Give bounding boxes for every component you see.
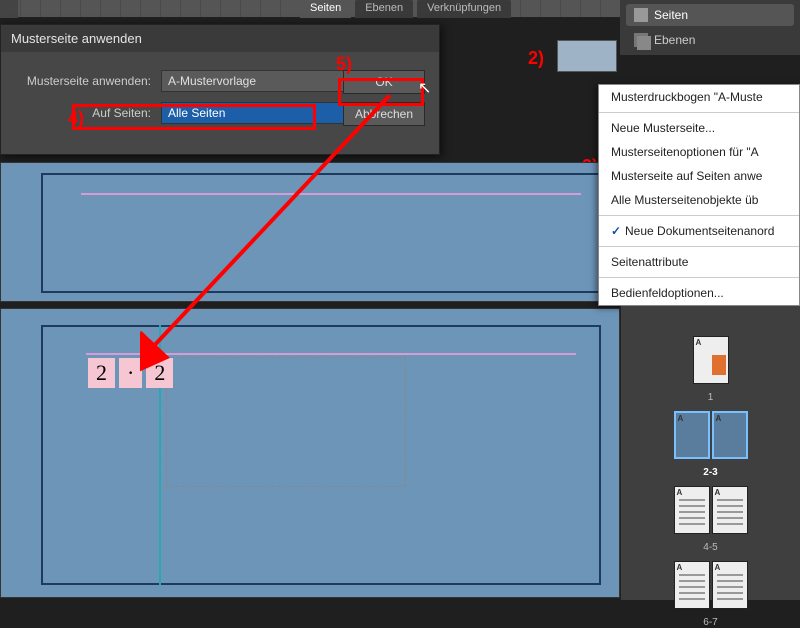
on-pages-value: Alle Seiten — [168, 106, 225, 120]
callout-5: 5) — [336, 54, 352, 75]
menu-new-master[interactable]: Neue Musterseite... — [599, 116, 799, 140]
panel-tab-ebenen[interactable]: Ebenen — [626, 29, 794, 51]
pages-context-menu: Musterdruckbogen "A-Muste Neue Mustersei… — [598, 84, 800, 306]
page-number-right: 2 — [146, 358, 173, 388]
page-label-45: 4-5 — [703, 542, 717, 553]
ok-button[interactable]: OK — [343, 70, 425, 94]
master-page-thumbnail[interactable] — [557, 40, 617, 72]
page-thumb-2[interactable]: A — [674, 411, 710, 459]
page-label-23: 2-3 — [703, 467, 717, 478]
document-panel-tabs: Seiten Ebenen Verknüpfungen — [300, 0, 511, 18]
menu-new-page-order[interactable]: ✓Neue Dokumentseitenanord — [599, 219, 799, 243]
tab-seiten-doc[interactable]: Seiten — [300, 0, 351, 18]
page-number-markers: 2 · 2 — [88, 358, 173, 388]
page-thumb-4[interactable]: A — [674, 486, 710, 534]
panel-tab-seiten-label: Seiten — [654, 8, 688, 22]
mouse-cursor-icon: ↖ — [418, 78, 431, 98]
tab-ebenen-doc[interactable]: Ebenen — [355, 0, 413, 18]
callout-2: 2) — [528, 48, 544, 69]
page-number-left: 2 — [88, 358, 115, 388]
page-label-67: 6-7 — [703, 617, 717, 628]
page-canvas-before — [0, 162, 620, 302]
panel-tab-ebenen-label: Ebenen — [654, 33, 695, 47]
page-thumb-3[interactable]: A — [712, 411, 748, 459]
pages-panel: A 1 A A 2-3 A A 4-5 A A 6-7 — [620, 306, 800, 600]
pages-icon — [634, 8, 648, 22]
layers-icon — [634, 33, 648, 47]
page-thumb-6[interactable]: A — [674, 561, 710, 609]
menu-panel-options[interactable]: Bedienfeldoptionen... — [599, 281, 799, 305]
page-thumb-5[interactable]: A — [712, 486, 748, 534]
page-thumb-7[interactable]: A — [712, 561, 748, 609]
dialog-title: Musterseite anwenden — [1, 25, 439, 52]
page-thumb-1[interactable]: A — [693, 336, 729, 384]
on-pages-label: Auf Seiten: — [15, 106, 161, 120]
page-canvas-after — [0, 308, 620, 598]
right-panels: Seiten Ebenen — [620, 0, 800, 55]
menu-master-spread[interactable]: Musterdruckbogen "A-Muste — [599, 85, 799, 109]
page-label-1: 1 — [708, 392, 714, 403]
menu-master-options[interactable]: Musterseitenoptionen für "A — [599, 140, 799, 164]
menu-new-page-order-label: Neue Dokumentseitenanord — [625, 224, 774, 238]
menu-apply-master[interactable]: Musterseite auf Seiten anwe — [599, 164, 799, 188]
menu-override-master-items[interactable]: Alle Musterseitenobjekte üb — [599, 188, 799, 212]
tab-verknuepfungen-doc[interactable]: Verknüpfungen — [417, 0, 511, 18]
apply-master-dialog: Musterseite anwenden Musterseite anwende… — [0, 24, 440, 155]
cancel-button[interactable]: Abbrechen — [343, 102, 425, 126]
panel-tab-seiten[interactable]: Seiten — [626, 4, 794, 26]
menu-page-attributes[interactable]: Seitenattribute — [599, 250, 799, 274]
master-page-value: A-Mustervorlage — [168, 74, 256, 88]
master-apply-label: Musterseite anwenden: — [15, 74, 161, 88]
page-number-separator: · — [119, 358, 142, 388]
callout-4: 4) — [68, 108, 84, 129]
